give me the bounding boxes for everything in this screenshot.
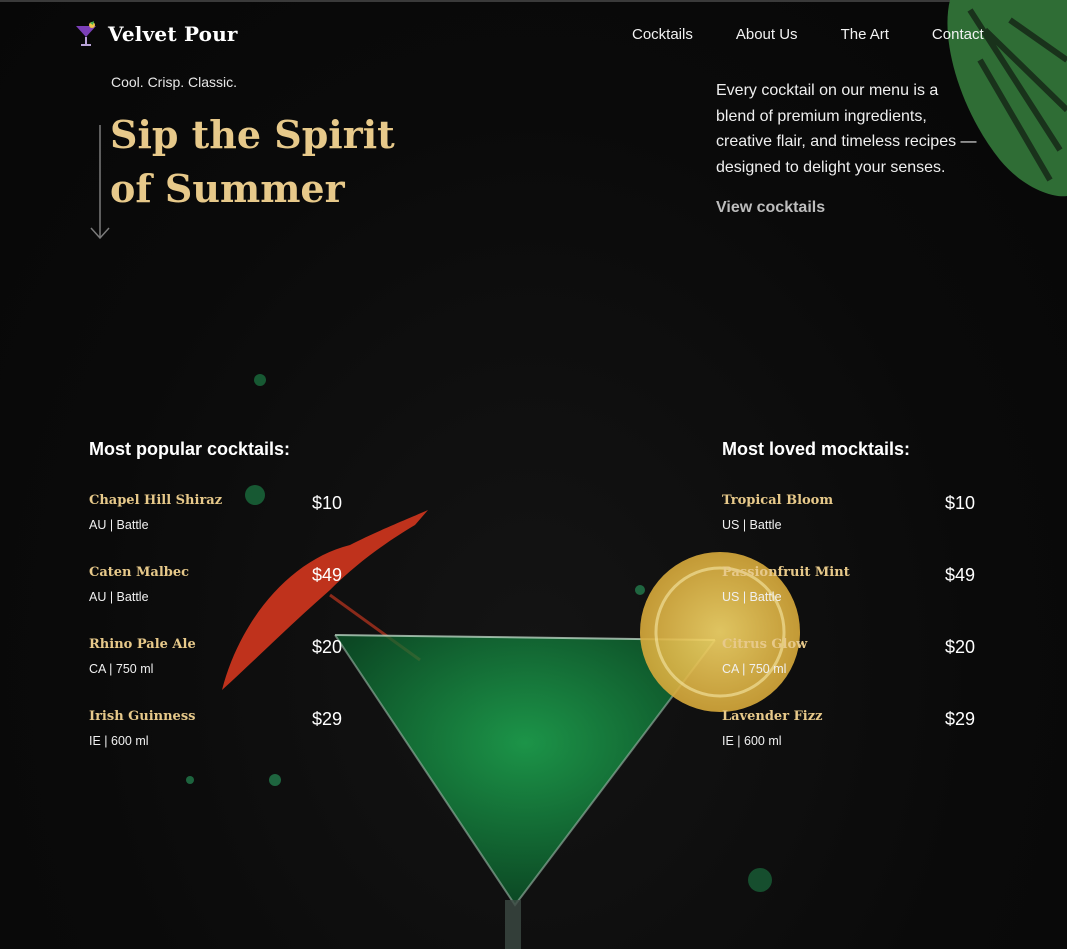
- item-name: Rhino Pale Ale: [89, 637, 196, 652]
- item-meta: IE | 600 ml: [89, 734, 149, 748]
- item-name: Irish Guinness: [89, 709, 196, 724]
- hero-title: Sip the Spirit of Summer: [110, 108, 430, 216]
- item-meta: AU | Battle: [89, 590, 149, 604]
- mocktail-item[interactable]: Citrus Glow CA | 750 ml $20: [722, 637, 975, 709]
- arrow-down-icon: [90, 125, 110, 240]
- nav-item-contact[interactable]: Contact: [932, 26, 984, 43]
- item-meta: AU | Battle: [89, 518, 149, 532]
- brand-logo[interactable]: Velvet Pour: [72, 20, 238, 48]
- item-name: Tropical Bloom: [722, 493, 834, 508]
- hero-title-line-2: of Summer: [110, 166, 345, 211]
- item-meta: US | Battle: [722, 518, 782, 532]
- page: Velvet Pour Cocktails About Us The Art C…: [0, 0, 1067, 949]
- mocktails-list: Tropical Bloom US | Battle $10 Passionfr…: [722, 493, 975, 781]
- item-name: Chapel Hill Shiraz: [89, 493, 223, 508]
- item-meta: US | Battle: [722, 590, 782, 604]
- main-nav: Cocktails About Us The Art Contact: [632, 26, 984, 43]
- hero-description: Every cocktail on our menu is a blend of…: [716, 82, 977, 176]
- nav-item-the-art[interactable]: The Art: [841, 26, 889, 43]
- cocktails-list: Chapel Hill Shiraz AU | Battle $10 Caten…: [89, 493, 342, 781]
- cocktail-item[interactable]: Chapel Hill Shiraz AU | Battle $10: [89, 493, 342, 565]
- item-price: $49: [311, 565, 342, 585]
- item-price: $29: [311, 709, 342, 729]
- item-name: Lavender Fizz: [722, 709, 823, 724]
- hero-tagline: Cool. Crisp. Classic.: [111, 74, 238, 90]
- item-price: $10: [944, 493, 975, 513]
- nav-item-about-us[interactable]: About Us: [736, 26, 798, 43]
- mocktails-heading: Most loved mocktails:: [722, 439, 911, 459]
- cocktail-glass-icon: [76, 21, 96, 46]
- view-cocktails-link[interactable]: View cocktails: [716, 199, 825, 217]
- cocktail-item[interactable]: Irish Guinness IE | 600 ml $29: [89, 709, 342, 781]
- cocktail-item[interactable]: Caten Malbec AU | Battle $49: [89, 565, 342, 637]
- mocktail-item[interactable]: Lavender Fizz IE | 600 ml $29: [722, 709, 975, 781]
- item-price: $10: [311, 493, 342, 513]
- item-name: Passionfruit Mint: [722, 565, 850, 580]
- cocktails-heading: Most popular cocktails:: [89, 439, 291, 459]
- top-divider: [0, 0, 1067, 2]
- item-name: Caten Malbec: [89, 565, 190, 580]
- hero-title-line-1: Sip the Spirit: [110, 112, 395, 157]
- mocktail-item[interactable]: Passionfruit Mint US | Battle $49: [722, 565, 975, 637]
- item-price: $20: [311, 637, 342, 657]
- item-name: Citrus Glow: [722, 637, 808, 652]
- item-meta: CA | 750 ml: [89, 662, 154, 676]
- nav-item-cocktails[interactable]: Cocktails: [632, 26, 693, 43]
- item-price: $20: [944, 637, 975, 657]
- item-meta: CA | 750 ml: [722, 662, 787, 676]
- mocktail-item[interactable]: Tropical Bloom US | Battle $10: [722, 493, 975, 565]
- item-price: $49: [944, 565, 975, 585]
- cocktail-item[interactable]: Rhino Pale Ale CA | 750 ml $20: [89, 637, 342, 709]
- brand-name: Velvet Pour: [108, 22, 238, 46]
- item-price: $29: [944, 709, 975, 729]
- item-meta: IE | 600 ml: [722, 734, 782, 748]
